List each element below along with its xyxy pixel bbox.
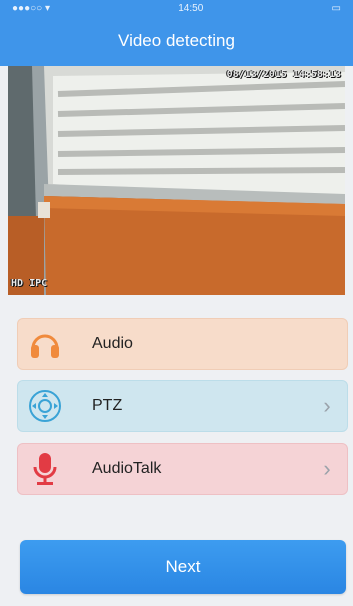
ptz-joystick-icon xyxy=(18,380,72,432)
headphones-icon xyxy=(18,318,72,370)
battery-icon: ▭ xyxy=(331,2,341,14)
ptz-option[interactable]: PTZ › xyxy=(17,380,348,432)
audiotalk-label: AudioTalk xyxy=(92,460,162,477)
video-timestamp: 08/13/2015 14:58:13 xyxy=(226,69,341,80)
audiotalk-option[interactable]: AudioTalk › xyxy=(17,443,348,495)
microphone-icon xyxy=(18,443,72,495)
status-time: 14:50 xyxy=(178,2,204,14)
signal-carrier: ●●●○○ ▾ xyxy=(12,2,50,14)
audio-label: Audio xyxy=(92,335,133,352)
ptz-label: PTZ xyxy=(92,397,123,414)
audio-option[interactable]: Audio xyxy=(17,318,348,370)
next-button[interactable]: Next xyxy=(20,540,346,594)
camera-frame xyxy=(8,66,345,295)
video-preview[interactable]: 08/13/2015 14:58:13 HD IPC xyxy=(8,66,345,295)
ipc-badge: IPC xyxy=(29,278,48,289)
chevron-right-icon: › xyxy=(323,393,331,418)
status-bar: ●●●○○ ▾ 14:50 ▭ xyxy=(0,0,353,16)
nav-bar: Video detecting xyxy=(0,16,353,66)
hd-badge: HD xyxy=(11,278,24,289)
chevron-right-icon: › xyxy=(323,456,331,481)
page-title: Video detecting xyxy=(118,31,235,50)
video-overlay-label: HD IPC xyxy=(11,278,47,289)
